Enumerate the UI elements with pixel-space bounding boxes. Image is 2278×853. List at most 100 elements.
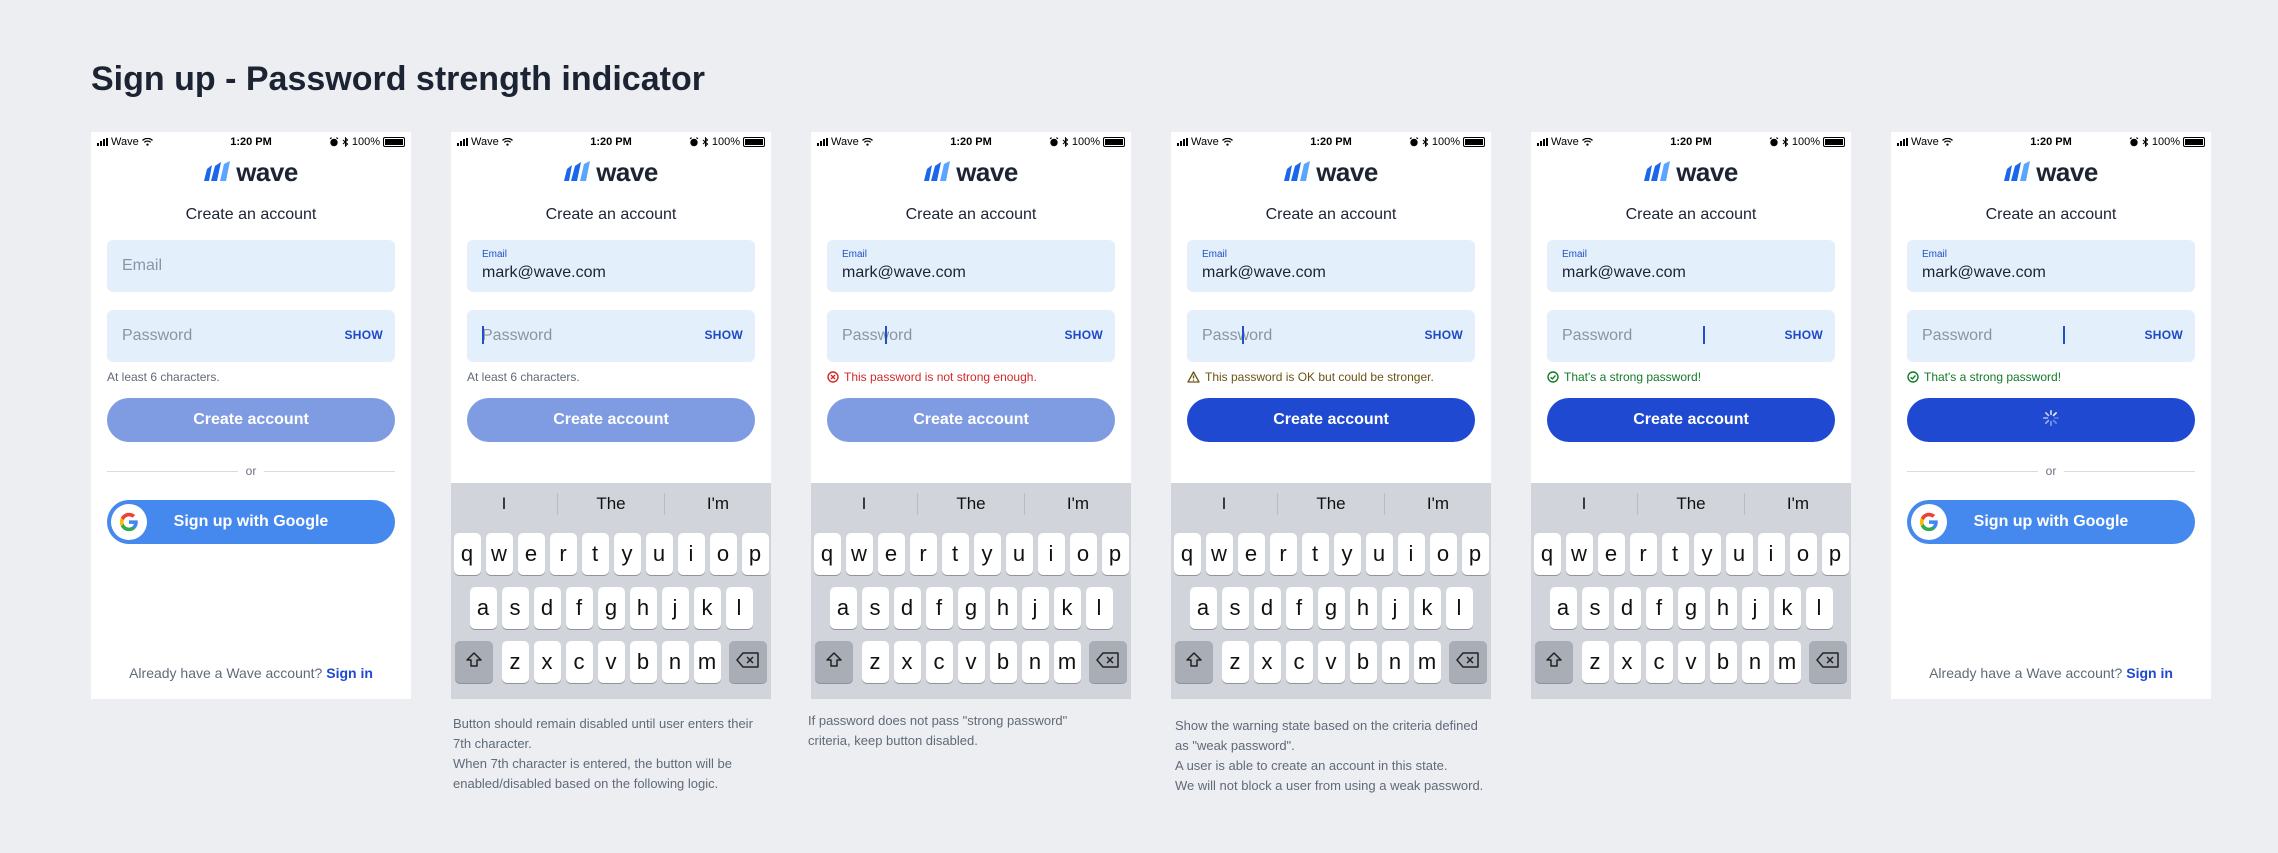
create-account-button[interactable] bbox=[1907, 398, 2195, 442]
password-field[interactable]: Password SHOW bbox=[827, 310, 1115, 362]
key-i[interactable]: i bbox=[1757, 533, 1785, 575]
show-password-toggle[interactable]: SHOW bbox=[344, 328, 383, 342]
key-o[interactable]: o bbox=[1069, 533, 1097, 575]
key-r[interactable]: r bbox=[909, 533, 937, 575]
email-field[interactable]: Email mark@wave.com bbox=[1907, 240, 2195, 292]
password-field[interactable]: Password SHOW bbox=[1187, 310, 1475, 362]
backspace-key[interactable] bbox=[1089, 641, 1127, 683]
suggestion[interactable]: The bbox=[1278, 493, 1385, 515]
key-a[interactable]: a bbox=[1549, 587, 1577, 629]
password-field[interactable]: Password SHOW bbox=[107, 310, 395, 362]
key-h[interactable]: h bbox=[989, 587, 1017, 629]
key-q[interactable]: q bbox=[1533, 533, 1561, 575]
key-m[interactable]: m bbox=[693, 641, 721, 683]
create-account-button[interactable]: Create account bbox=[467, 398, 755, 442]
key-s[interactable]: s bbox=[1221, 587, 1249, 629]
show-password-toggle[interactable]: SHOW bbox=[704, 328, 743, 342]
key-j[interactable]: j bbox=[1741, 587, 1769, 629]
key-k[interactable]: k bbox=[1413, 587, 1441, 629]
key-f[interactable]: f bbox=[565, 587, 593, 629]
key-t[interactable]: t bbox=[581, 533, 609, 575]
key-f[interactable]: f bbox=[1645, 587, 1673, 629]
key-c[interactable]: c bbox=[1285, 641, 1313, 683]
google-signup-button[interactable]: Sign up with Google bbox=[1907, 500, 2195, 544]
key-e[interactable]: e bbox=[877, 533, 905, 575]
key-h[interactable]: h bbox=[1709, 587, 1737, 629]
key-z[interactable]: z bbox=[1581, 641, 1609, 683]
key-n[interactable]: n bbox=[1021, 641, 1049, 683]
key-i[interactable]: i bbox=[677, 533, 705, 575]
key-g[interactable]: g bbox=[1317, 587, 1345, 629]
signin-link[interactable]: Sign in bbox=[2126, 665, 2173, 681]
key-k[interactable]: k bbox=[1773, 587, 1801, 629]
suggestion[interactable]: I'm bbox=[665, 493, 771, 515]
backspace-key[interactable] bbox=[729, 641, 767, 683]
key-u[interactable]: u bbox=[1005, 533, 1033, 575]
key-a[interactable]: a bbox=[1189, 587, 1217, 629]
key-w[interactable]: w bbox=[485, 533, 513, 575]
backspace-key[interactable] bbox=[1809, 641, 1847, 683]
password-field[interactable]: Password SHOW bbox=[467, 310, 755, 362]
key-i[interactable]: i bbox=[1037, 533, 1065, 575]
key-g[interactable]: g bbox=[957, 587, 985, 629]
show-password-toggle[interactable]: SHOW bbox=[1784, 328, 1823, 342]
key-l[interactable]: l bbox=[725, 587, 753, 629]
key-t[interactable]: t bbox=[941, 533, 969, 575]
show-password-toggle[interactable]: SHOW bbox=[1424, 328, 1463, 342]
key-m[interactable]: m bbox=[1413, 641, 1441, 683]
key-j[interactable]: j bbox=[1021, 587, 1049, 629]
key-n[interactable]: n bbox=[1381, 641, 1409, 683]
key-l[interactable]: l bbox=[1805, 587, 1833, 629]
key-z[interactable]: z bbox=[861, 641, 889, 683]
key-w[interactable]: w bbox=[845, 533, 873, 575]
key-s[interactable]: s bbox=[501, 587, 529, 629]
key-j[interactable]: j bbox=[661, 587, 689, 629]
key-g[interactable]: g bbox=[597, 587, 625, 629]
key-b[interactable]: b bbox=[1709, 641, 1737, 683]
email-field[interactable]: Email mark@wave.com bbox=[827, 240, 1115, 292]
signin-link[interactable]: Sign in bbox=[326, 665, 373, 681]
key-j[interactable]: j bbox=[1381, 587, 1409, 629]
google-signup-button[interactable]: Sign up with Google bbox=[107, 500, 395, 544]
key-n[interactable]: n bbox=[1741, 641, 1769, 683]
backspace-key[interactable] bbox=[1449, 641, 1487, 683]
key-o[interactable]: o bbox=[709, 533, 737, 575]
key-e[interactable]: e bbox=[1237, 533, 1265, 575]
shift-key[interactable] bbox=[455, 641, 493, 683]
key-w[interactable]: w bbox=[1205, 533, 1233, 575]
key-f[interactable]: f bbox=[1285, 587, 1313, 629]
key-u[interactable]: u bbox=[645, 533, 673, 575]
create-account-button[interactable]: Create account bbox=[107, 398, 395, 442]
email-field[interactable]: Email mark@wave.com bbox=[467, 240, 755, 292]
key-a[interactable]: a bbox=[469, 587, 497, 629]
key-v[interactable]: v bbox=[597, 641, 625, 683]
key-y[interactable]: y bbox=[973, 533, 1001, 575]
key-x[interactable]: x bbox=[1613, 641, 1641, 683]
create-account-button[interactable]: Create account bbox=[1187, 398, 1475, 442]
email-field[interactable]: Email bbox=[107, 240, 395, 292]
key-f[interactable]: f bbox=[925, 587, 953, 629]
shift-key[interactable] bbox=[1535, 641, 1573, 683]
key-m[interactable]: m bbox=[1053, 641, 1081, 683]
key-y[interactable]: y bbox=[613, 533, 641, 575]
key-n[interactable]: n bbox=[661, 641, 689, 683]
key-q[interactable]: q bbox=[1173, 533, 1201, 575]
create-account-button[interactable]: Create account bbox=[1547, 398, 1835, 442]
key-y[interactable]: y bbox=[1333, 533, 1361, 575]
create-account-button[interactable]: Create account bbox=[827, 398, 1115, 442]
key-d[interactable]: d bbox=[1253, 587, 1281, 629]
shift-key[interactable] bbox=[1175, 641, 1213, 683]
key-p[interactable]: p bbox=[1461, 533, 1489, 575]
key-v[interactable]: v bbox=[1317, 641, 1345, 683]
suggestion[interactable]: I'm bbox=[1745, 493, 1851, 515]
key-m[interactable]: m bbox=[1773, 641, 1801, 683]
key-v[interactable]: v bbox=[1677, 641, 1705, 683]
key-r[interactable]: r bbox=[1629, 533, 1657, 575]
key-l[interactable]: l bbox=[1085, 587, 1113, 629]
key-x[interactable]: x bbox=[533, 641, 561, 683]
suggestion[interactable]: I bbox=[1171, 493, 1278, 515]
key-z[interactable]: z bbox=[1221, 641, 1249, 683]
suggestion[interactable]: The bbox=[1638, 493, 1745, 515]
key-d[interactable]: d bbox=[533, 587, 561, 629]
key-r[interactable]: r bbox=[1269, 533, 1297, 575]
